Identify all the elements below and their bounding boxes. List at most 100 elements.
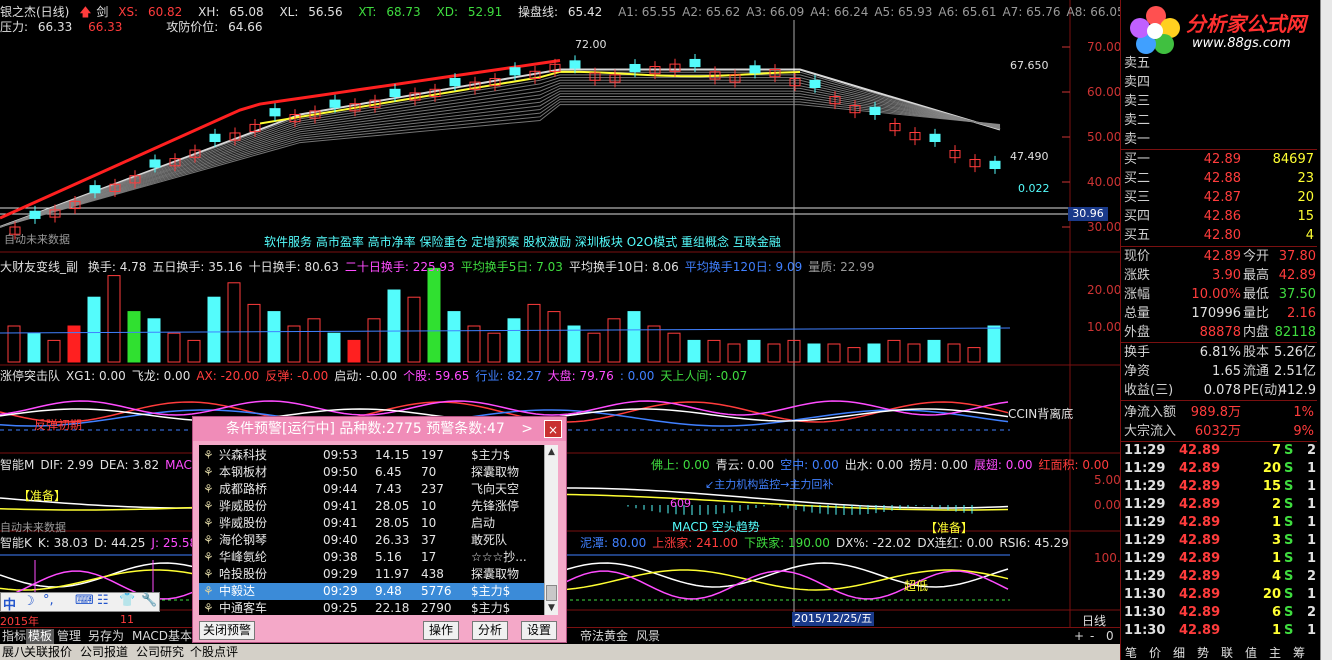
alert-condition: 先锋涨停	[471, 499, 520, 513]
a-value: A1: 65.55	[618, 5, 677, 19]
xd-label: XD:	[436, 5, 459, 19]
stock-name: 哈投股份	[219, 567, 268, 581]
volume-bar	[207, 296, 221, 363]
keyboard-icon[interactable]: ⌨	[75, 593, 94, 608]
quote-row: 卖四	[1121, 73, 1317, 92]
status-company-news[interactable]: 公司报道	[80, 644, 128, 660]
quote-tab[interactable]: 价	[1149, 644, 1161, 660]
tick-side: S	[1284, 605, 1294, 620]
tab-save-as[interactable]: 另存为	[86, 629, 126, 644]
ime-toolbar[interactable]: 中 ☽ °, ⌨ ☷ 👕 🔧	[0, 592, 160, 613]
status-company-research[interactable]: 公司研究	[136, 644, 184, 660]
analyze-button[interactable]: 分析	[472, 621, 508, 640]
indicator-value: 量质: 22.99	[808, 260, 875, 274]
warning-list-item[interactable]: ⚘ 本钢板材 09:50 6.45 70 探囊取物	[199, 464, 544, 481]
shirt-icon[interactable]: 👕	[119, 593, 135, 608]
warning-list-item[interactable]: ⚘ 骅威股份 09:41 28.05 10 先锋涨停	[199, 498, 544, 515]
volume-bar	[7, 325, 21, 363]
settings-button[interactable]: 设置	[521, 621, 557, 640]
tab-manage[interactable]: 管理	[55, 629, 83, 644]
scroll-thumb[interactable]	[546, 585, 557, 601]
dialog-nav-arrow[interactable]: >	[521, 421, 533, 437]
alert-time: 09:44	[323, 482, 358, 496]
volume-bar	[647, 325, 661, 363]
warning-list[interactable]: ⚘ 兴森科技 09:53 14.15 197 $主力$ ⚘ 本钢板材 09:50 6.45 70 探囊…	[199, 445, 544, 615]
indicator-value: 行业: 82.27	[475, 369, 542, 383]
remove-icon[interactable]: -	[1088, 629, 1096, 644]
alert-condition: 敢死队	[471, 533, 508, 547]
quote-tab[interactable]: 联	[1221, 644, 1233, 660]
warning-dialog[interactable]: 条件预警[运行中] 品种数:2775 预警条数:47 > × ⚘ 兴森科技 09:5…	[192, 416, 567, 643]
volume-bar	[367, 318, 381, 363]
alert-price: 28.05	[375, 516, 410, 530]
warning-list-item[interactable]: ⚘ 中通客车 09:25 22.18 2790 $主力$	[199, 600, 544, 615]
alert-icon: ⚘	[203, 516, 214, 530]
scroll-down-icon[interactable]: ▼	[546, 603, 557, 613]
status-stock-review[interactable]: 个股点评	[190, 644, 238, 660]
tab-indicator[interactable]: 指标	[0, 629, 28, 644]
warning-list-item[interactable]: ⚘ 华峰氨纶 09:38 5.16 17 ☆☆☆抄...	[199, 549, 544, 566]
dialog-close-icon[interactable]: ×	[544, 420, 562, 438]
quote-tab[interactable]: 筹	[1293, 644, 1305, 660]
quote-tab[interactable]: 笔	[1125, 644, 1137, 660]
alert-icon: ⚘	[203, 601, 214, 615]
quote-key: 收益(三)	[1124, 383, 1174, 398]
wrench-icon[interactable]: 🔧	[141, 593, 157, 608]
dialog-title-bar[interactable]: 条件预警[运行中] 品种数:2775 预警条数:47 >	[193, 417, 566, 441]
scroll-up-icon[interactable]: ▲	[546, 447, 557, 457]
operate-button[interactable]: 操作	[423, 621, 459, 640]
tab-scenery[interactable]: 风景	[634, 629, 662, 644]
tab-macd-basic[interactable]: MACD基本	[130, 629, 194, 644]
status-expand[interactable]: 展八	[2, 644, 26, 660]
alert-volume: 2790	[421, 601, 452, 615]
quote-key: 买四	[1124, 209, 1151, 224]
volume-bar	[387, 289, 401, 363]
candle-body	[269, 108, 281, 117]
volume-bar	[407, 296, 421, 363]
volume-bar	[427, 267, 441, 363]
menu-icon[interactable]: ☷	[97, 593, 109, 608]
tab-template[interactable]: 模板	[26, 629, 55, 644]
quote-tab[interactable]: 主	[1269, 644, 1281, 660]
price-label-30: 30.00	[1087, 220, 1122, 234]
warning-list-item[interactable]: ⚘ 成都路桥 09:44 7.43 237 飞向天空	[199, 481, 544, 498]
zero-button[interactable]: 0	[1104, 629, 1116, 644]
quote-tab[interactable]: 值	[1245, 644, 1257, 660]
punct-icon[interactable]: °,	[43, 593, 54, 608]
warning-list-item[interactable]: ⚘ 骅威股份 09:41 28.05 10 启动	[199, 515, 544, 532]
ops-label: 操盘线:	[518, 5, 559, 19]
tick-side: S	[1284, 479, 1294, 494]
quote-tab[interactable]: 细	[1173, 644, 1185, 660]
tick-side: S	[1284, 497, 1294, 512]
tick-time: 11:29	[1124, 533, 1166, 548]
warning-list-item[interactable]: ⚘ 哈投股份 09:29 11.97 438 探囊取物	[199, 566, 544, 583]
quote-row: 总量 170996 量比 2.16	[1121, 304, 1317, 323]
candle-body	[989, 160, 1001, 170]
ime-icon[interactable]: 中	[3, 594, 16, 613]
quote-value: 42.89	[1203, 249, 1241, 264]
alert-time: 09:50	[323, 465, 358, 479]
macd-label-0: 0.00	[1094, 498, 1121, 512]
alert-volume: 197	[421, 448, 444, 462]
right-edge-toolbar	[1320, 0, 1332, 660]
tick-side: S	[1284, 623, 1294, 638]
quote-row: 卖一	[1121, 130, 1317, 149]
quote-value-2: 20	[1297, 190, 1314, 205]
moon-icon[interactable]: ☽	[23, 594, 35, 609]
top-info-row-2: 压力: 66.33 66.33 攻防价位: 64.66	[0, 19, 274, 35]
indicator-value: 二十日换手: 225.93	[344, 260, 455, 274]
warning-list-item[interactable]: ⚘ 兴森科技 09:53 14.15 197 $主力$	[199, 447, 544, 464]
warning-list-item[interactable]: ⚘ 中毅达 09:29 9.48 5776 $主力$	[199, 583, 544, 600]
tick-count: 1	[1307, 551, 1317, 566]
warning-list-scrollbar[interactable]: ▲ ▼	[544, 445, 558, 615]
alert-time: 09:25	[323, 601, 358, 615]
candle-body	[749, 65, 761, 74]
warning-list-item[interactable]: ⚘ 海伦钢琴 09:40 26.33 37 敢死队	[199, 532, 544, 549]
a-value: A7: 65.76	[1002, 5, 1061, 19]
quote-tab[interactable]: 势	[1197, 644, 1209, 660]
close-warning-button[interactable]: 关闭预警	[199, 621, 255, 640]
tab-emperor-gold[interactable]: 帝法黄金	[578, 629, 630, 644]
tick-row: 11:29 42.89 1 S 1	[1121, 514, 1317, 532]
add-icon[interactable]: +	[1072, 629, 1086, 644]
status-related-quotes[interactable]: 关联报价	[24, 644, 72, 660]
